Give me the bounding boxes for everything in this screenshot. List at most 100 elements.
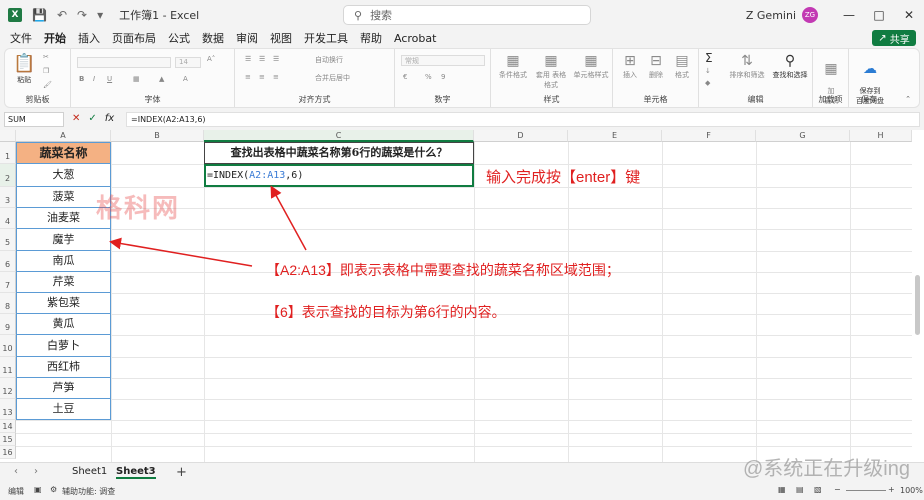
fill-color-icon[interactable]: ▲ (159, 75, 164, 83)
status-bar: 编辑 ▣ ⚙ 辅助功能: 调查 ▦ ▤ ▧ − + 100% (0, 482, 924, 500)
zoom-in-icon[interactable]: + (888, 485, 895, 494)
name-box[interactable]: SUM (4, 112, 64, 127)
menu-view[interactable]: 视图 (270, 30, 292, 46)
percent-icon[interactable]: % (425, 73, 432, 81)
find-select-icon: ⚲ (784, 53, 796, 69)
borders-icon[interactable]: ▦ (133, 75, 140, 83)
zoom-level[interactable]: 100% (900, 486, 923, 495)
autosum-icon[interactable]: Σ (705, 51, 713, 65)
format-as-table-label: 套用 表格格式 (535, 71, 567, 89)
menu-insert[interactable]: 插入 (78, 30, 100, 46)
tab-next-icon[interactable]: › (34, 466, 38, 477)
clear-icon[interactable]: ◆ (705, 79, 710, 87)
find-select-button[interactable]: ⚲ 查找和选择 (769, 53, 811, 80)
format-as-table-icon: ▦ (544, 53, 558, 69)
font-size-select[interactable]: 14 (175, 57, 201, 68)
menu-data[interactable]: 数据 (202, 30, 224, 46)
menu-formulas[interactable]: 公式 (168, 30, 190, 46)
align-center-icon[interactable]: ≡ (259, 73, 265, 81)
comma-icon[interactable]: 9 (441, 73, 445, 81)
format-as-table-button[interactable]: ▦ 套用 表格格式 (533, 53, 569, 90)
align-right-icon[interactable]: ≡ (273, 73, 279, 81)
align-bottom-icon[interactable]: ☰ (273, 55, 279, 63)
group-label-styles: 样式 (543, 95, 560, 104)
merge-center-button[interactable]: 合并后居中 (315, 73, 350, 83)
tab-prev-icon[interactable]: ‹ (14, 466, 18, 477)
menu-review[interactable]: 审阅 (236, 30, 258, 46)
format-cells-button[interactable]: ▤ 格式 (669, 53, 695, 80)
normal-view-icon[interactable]: ▦ (778, 485, 786, 494)
save-icon[interactable]: 💾 (32, 8, 47, 22)
search-box[interactable]: ⚲ 搜索 (343, 5, 591, 25)
share-button[interactable]: ↗ 共享 (872, 30, 916, 46)
user-name[interactable]: Z Gemini (746, 9, 796, 22)
group-label-save: 保存 (861, 95, 877, 104)
collapse-ribbon-icon[interactable]: ⌃ (905, 95, 911, 103)
zoom-slider[interactable] (846, 490, 886, 491)
cancel-icon[interactable]: ✕ (72, 113, 80, 124)
worksheet-grid[interactable]: A B C D E F G H 1 2 3 4 5 6 7 8 9 10 11 … (0, 130, 924, 462)
align-left-icon[interactable]: ≡ (245, 73, 251, 81)
add-sheet-icon[interactable]: + (176, 465, 187, 480)
delete-cells-label: 删除 (649, 71, 663, 79)
accessibility-status[interactable]: 辅助功能: 调查 (62, 486, 115, 497)
cell-styles-button[interactable]: ▦ 单元格样式 (571, 53, 611, 80)
paste-button[interactable]: 📋 粘贴 (13, 53, 35, 85)
conditional-format-button[interactable]: ▦ 条件格式 (495, 53, 531, 80)
menu-page-layout[interactable]: 页面布局 (112, 30, 156, 46)
menu-developer[interactable]: 开发工具 (304, 30, 348, 46)
cell-styles-icon: ▦ (584, 53, 598, 69)
delete-cells-button[interactable]: ⊟ 删除 (643, 53, 669, 80)
formula-input[interactable]: =INDEX(A2:A13,6) (126, 112, 920, 127)
insert-cells-button[interactable]: ⊞ 插入 (617, 53, 643, 80)
italic-icon[interactable]: I (93, 75, 95, 83)
sheet-tab-sheet3[interactable]: Sheet3 (116, 466, 156, 479)
currency-icon[interactable]: € (403, 73, 407, 81)
menu-bar: 文件 开始 插入 页面布局 公式 数据 审阅 视图 开发工具 帮助 Acroba… (0, 30, 924, 46)
enter-icon[interactable]: ✓ (88, 113, 96, 124)
paste-label: 粘贴 (17, 76, 32, 84)
group-label-clipboard: 剪贴板 (25, 95, 50, 104)
minimize-icon[interactable]: — (834, 8, 864, 22)
font-family-select[interactable] (77, 57, 171, 68)
bold-icon[interactable]: B (79, 75, 84, 83)
group-addins: ▦ 加 载项 加载项 (813, 49, 849, 107)
format-cells-label: 格式 (675, 71, 689, 79)
sort-filter-button[interactable]: ⇅ 排序和筛选 (725, 53, 769, 80)
sheet-tab-sheet1[interactable]: Sheet1 (72, 466, 107, 477)
increase-font-icon[interactable]: A˄ (207, 55, 215, 63)
excel-logo-icon: X (8, 8, 22, 22)
macro-icon[interactable]: ▣ (34, 485, 42, 494)
align-top-icon[interactable]: ☰ (245, 55, 251, 63)
wrap-text-button[interactable]: 自动换行 (315, 55, 343, 65)
cut-icon[interactable]: ✂ (43, 53, 49, 61)
page-break-view-icon[interactable]: ▧ (814, 485, 822, 494)
insert-function-icon[interactable]: fx (105, 113, 114, 124)
zoom-out-icon[interactable]: − (834, 485, 841, 494)
group-save: ☁ 保存到 百度网盘 保存 (849, 49, 889, 107)
search-icon: ⚲ (354, 8, 363, 22)
menu-help[interactable]: 帮助 (360, 30, 382, 46)
redo-icon[interactable]: ↷ (77, 8, 87, 22)
accessibility-icon[interactable]: ⚙ (50, 485, 57, 494)
close-icon[interactable]: ✕ (894, 8, 924, 22)
customize-icon[interactable]: ▾ (97, 8, 103, 22)
number-format-select[interactable]: 常规 (401, 55, 485, 66)
copy-icon[interactable]: ❐ (43, 67, 49, 75)
group-label-font: 字体 (144, 95, 161, 104)
menu-file[interactable]: 文件 (10, 30, 32, 46)
menu-acrobat[interactable]: Acrobat (394, 32, 436, 45)
undo-icon[interactable]: ↶ (57, 8, 67, 22)
restore-icon[interactable]: □ (864, 8, 894, 22)
title-bar: X 💾 ↶ ↷ ▾ 工作簿1 - Excel ⚲ 搜索 Z Gemini ZG … (0, 0, 924, 30)
avatar[interactable]: ZG (802, 7, 818, 23)
menu-home[interactable]: 开始 (44, 30, 66, 46)
underline-icon[interactable]: U (107, 75, 112, 83)
align-middle-icon[interactable]: ☰ (259, 55, 265, 63)
vertical-scrollbar[interactable] (915, 275, 920, 335)
group-clipboard: 📋 粘贴 ✂ ❐ 🖌 剪贴板 (5, 49, 71, 107)
fill-icon[interactable]: ↓ (705, 67, 711, 75)
format-painter-icon[interactable]: 🖌 (43, 81, 52, 89)
font-color-icon[interactable]: A (183, 75, 188, 83)
page-layout-view-icon[interactable]: ▤ (796, 485, 804, 494)
